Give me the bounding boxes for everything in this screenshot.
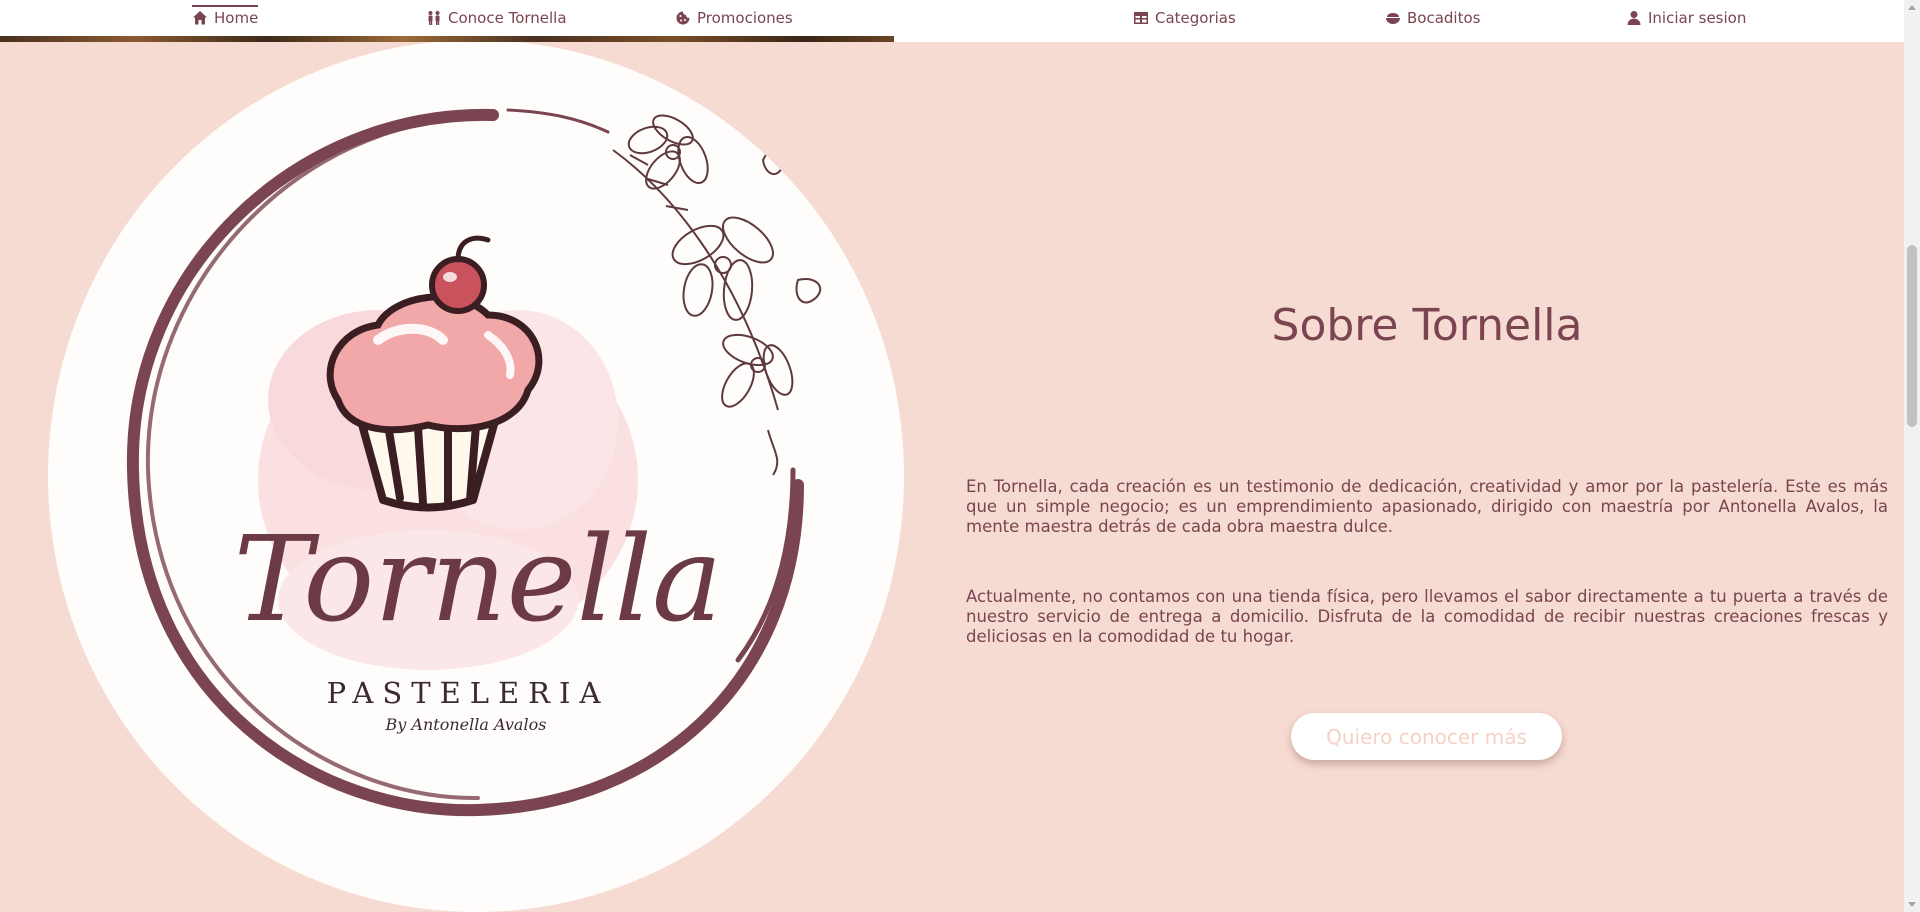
scroll-down-arrow[interactable] xyxy=(1908,902,1916,907)
scrollbar-track[interactable] xyxy=(1904,0,1920,912)
nav-iniciar-sesion[interactable]: Iniciar sesion xyxy=(1626,0,1746,36)
about-title: Sobre Tornella xyxy=(1271,300,1583,351)
cookie-icon xyxy=(676,11,690,25)
nav-bocaditos[interactable]: Bocaditos xyxy=(1385,0,1480,36)
nav-home-label: Home xyxy=(214,9,259,27)
logo-byline: By Antonella Avalos xyxy=(385,715,547,734)
tornella-logo-artwork: Tornella PASTELERIA By Antonella Avalos xyxy=(126,108,822,817)
learn-more-button[interactable]: Quiero conocer más xyxy=(1291,713,1562,760)
nav-home[interactable]: Home xyxy=(192,0,259,36)
nav-iniciar-sesion-label: Iniciar sesion xyxy=(1648,9,1747,27)
scrollbar-thumb[interactable] xyxy=(1907,245,1917,427)
bakery-photo-strip xyxy=(0,36,894,42)
nav-categorias-label: Categorias xyxy=(1155,9,1236,27)
home-icon xyxy=(193,11,207,25)
logo-subtitle: PASTELERIA xyxy=(327,676,610,710)
about-paragraph-1: En Tornella, cada creación es un testimo… xyxy=(966,477,1888,536)
user-icon xyxy=(1627,11,1641,25)
nav-promociones[interactable]: Promociones xyxy=(675,0,793,36)
nav-bocaditos-label: Bocaditos xyxy=(1407,9,1481,27)
tornella-logo: Tornella PASTELERIA By Antonella Avalos xyxy=(48,40,904,912)
nav-promociones-label: Promociones xyxy=(697,9,793,27)
scroll-up-arrow[interactable] xyxy=(1908,5,1916,10)
logo-script-name: Tornella xyxy=(234,510,723,648)
flower-illustration xyxy=(612,114,822,476)
people-icon xyxy=(428,11,440,25)
nav-conoce-tornella[interactable]: Conoce Tornella xyxy=(426,0,567,36)
nav-categorias[interactable]: Categorias xyxy=(1133,0,1236,36)
nav-conoce-tornella-label: Conoce Tornella xyxy=(448,9,567,27)
table-icon xyxy=(1134,12,1148,24)
bowl-icon xyxy=(1386,13,1400,24)
about-paragraph-2: Actualmente, no contamos con una tienda … xyxy=(966,587,1888,646)
